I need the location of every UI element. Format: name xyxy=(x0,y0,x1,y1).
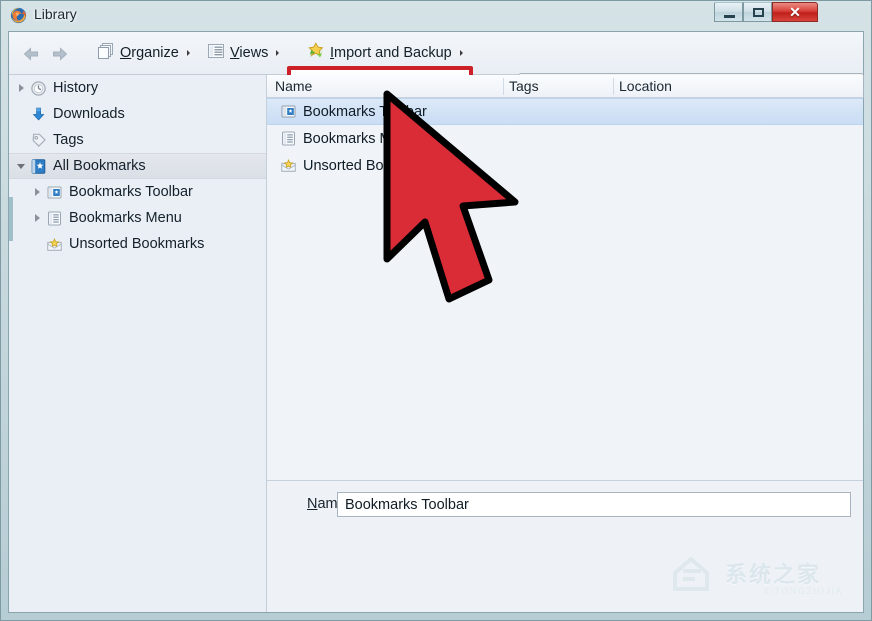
minimize-button[interactable] xyxy=(714,2,743,22)
title-bar: Library ✕ xyxy=(1,1,872,31)
bookmarks-menu-icon xyxy=(279,130,297,148)
sidebar-item-unsorted-bookmarks[interactable]: Unsorted Bookmarks xyxy=(9,231,266,257)
client-area: Organize Views Import and Backup Search … xyxy=(8,31,864,613)
minimize-icon xyxy=(724,15,735,18)
table-row[interactable]: Bookmarks Toolbar xyxy=(267,98,863,125)
column-separator[interactable] xyxy=(503,78,504,95)
column-header-location[interactable]: Location xyxy=(619,78,672,94)
unsorted-bookmarks-icon xyxy=(279,157,297,175)
close-button[interactable]: ✕ xyxy=(772,2,818,22)
column-header-name[interactable]: Name xyxy=(275,78,312,94)
maximize-button[interactable] xyxy=(743,2,772,22)
library-toolbar: Organize Views Import and Backup Search … xyxy=(9,32,864,111)
library-window: Library ✕ Organize Views Import and Back… xyxy=(0,0,872,621)
close-icon: ✕ xyxy=(789,3,801,20)
bookmarks-toolbar-icon xyxy=(279,103,297,121)
row-name-cell: Bookmarks Toolbar xyxy=(303,103,427,120)
table-row[interactable]: Unsorted Bookmarks xyxy=(267,152,863,179)
column-header-tags[interactable]: Tags xyxy=(509,78,539,94)
column-header-row[interactable]: Name Tags Location xyxy=(267,75,863,98)
sidebar-item-label: Tags xyxy=(53,132,84,148)
sidebar-item-bookmarks-menu[interactable]: Bookmarks Menu xyxy=(9,205,266,231)
back-arrow-icon xyxy=(23,47,38,61)
list-view-icon xyxy=(207,42,225,64)
expand-twisty-closed-icon[interactable] xyxy=(29,214,45,222)
window-title: Library xyxy=(34,6,77,22)
forward-arrow-icon xyxy=(53,47,68,61)
import-and-backup-label: Import and Backup xyxy=(330,45,452,61)
chevron-down-icon xyxy=(276,50,280,56)
sidebar-item-label: History xyxy=(53,80,99,96)
expand-twisty-closed-icon[interactable] xyxy=(29,188,45,196)
sidebar-item-label: Bookmarks Toolbar xyxy=(69,184,193,200)
views-button[interactable]: Views xyxy=(199,38,287,68)
chevron-down-icon xyxy=(186,50,190,56)
bookmarks-toolbar-icon xyxy=(45,183,63,201)
sidebar-item-label: Bookmarks Menu xyxy=(69,210,182,226)
unsorted-bookmarks-icon xyxy=(45,235,63,253)
row-name-cell: Bookmarks Menu xyxy=(303,130,416,147)
views-label: Views xyxy=(230,45,269,61)
organize-button[interactable]: Organize xyxy=(89,38,198,68)
bookmarks-star-icon xyxy=(29,157,47,175)
forward-button[interactable] xyxy=(48,45,70,63)
column-separator[interactable] xyxy=(613,78,614,95)
sidebar-item-history[interactable]: History xyxy=(9,75,266,101)
stacked-pages-icon xyxy=(97,42,115,64)
collapse-twisty-open-icon[interactable] xyxy=(13,163,29,169)
download-arrow-icon xyxy=(29,105,47,123)
bookmarks-menu-icon xyxy=(45,209,63,227)
sidebar-item-downloads[interactable]: Downloads xyxy=(9,101,266,127)
sidebar-item-all-bookmarks[interactable]: All Bookmarks xyxy=(9,153,266,179)
item-detail-pane: Name: xyxy=(267,480,863,612)
table-row[interactable]: Bookmarks Menu xyxy=(267,125,863,152)
chevron-down-icon xyxy=(459,50,463,56)
sidebar-item-bookmarks-toolbar[interactable]: Bookmarks Toolbar xyxy=(9,179,266,205)
sidebar-item-label: Downloads xyxy=(53,106,125,122)
bookmarks-list-pane: Name Tags Location Bookmarks Toolbar Boo… xyxy=(267,75,863,480)
sidebar-item-label: Unsorted Bookmarks xyxy=(69,236,205,252)
sidebar-item-label: All Bookmarks xyxy=(53,158,146,174)
maximize-icon xyxy=(753,8,764,17)
firefox-logo-icon xyxy=(10,7,27,24)
bookmark-sync-icon xyxy=(307,42,325,64)
places-sidebar[interactable]: History Downloads Tags All Bookmarks Boo… xyxy=(9,75,267,612)
expand-twisty-closed-icon[interactable] xyxy=(13,84,29,92)
sidebar-item-tags[interactable]: Tags xyxy=(9,127,266,153)
organize-label: Organize xyxy=(120,45,179,61)
tag-icon xyxy=(29,131,47,149)
back-button[interactable] xyxy=(21,45,43,63)
import-and-backup-button[interactable]: Import and Backup xyxy=(299,38,471,68)
name-field[interactable] xyxy=(337,492,851,517)
clock-icon xyxy=(29,79,47,97)
row-name-cell: Unsorted Bookmarks xyxy=(303,157,439,174)
